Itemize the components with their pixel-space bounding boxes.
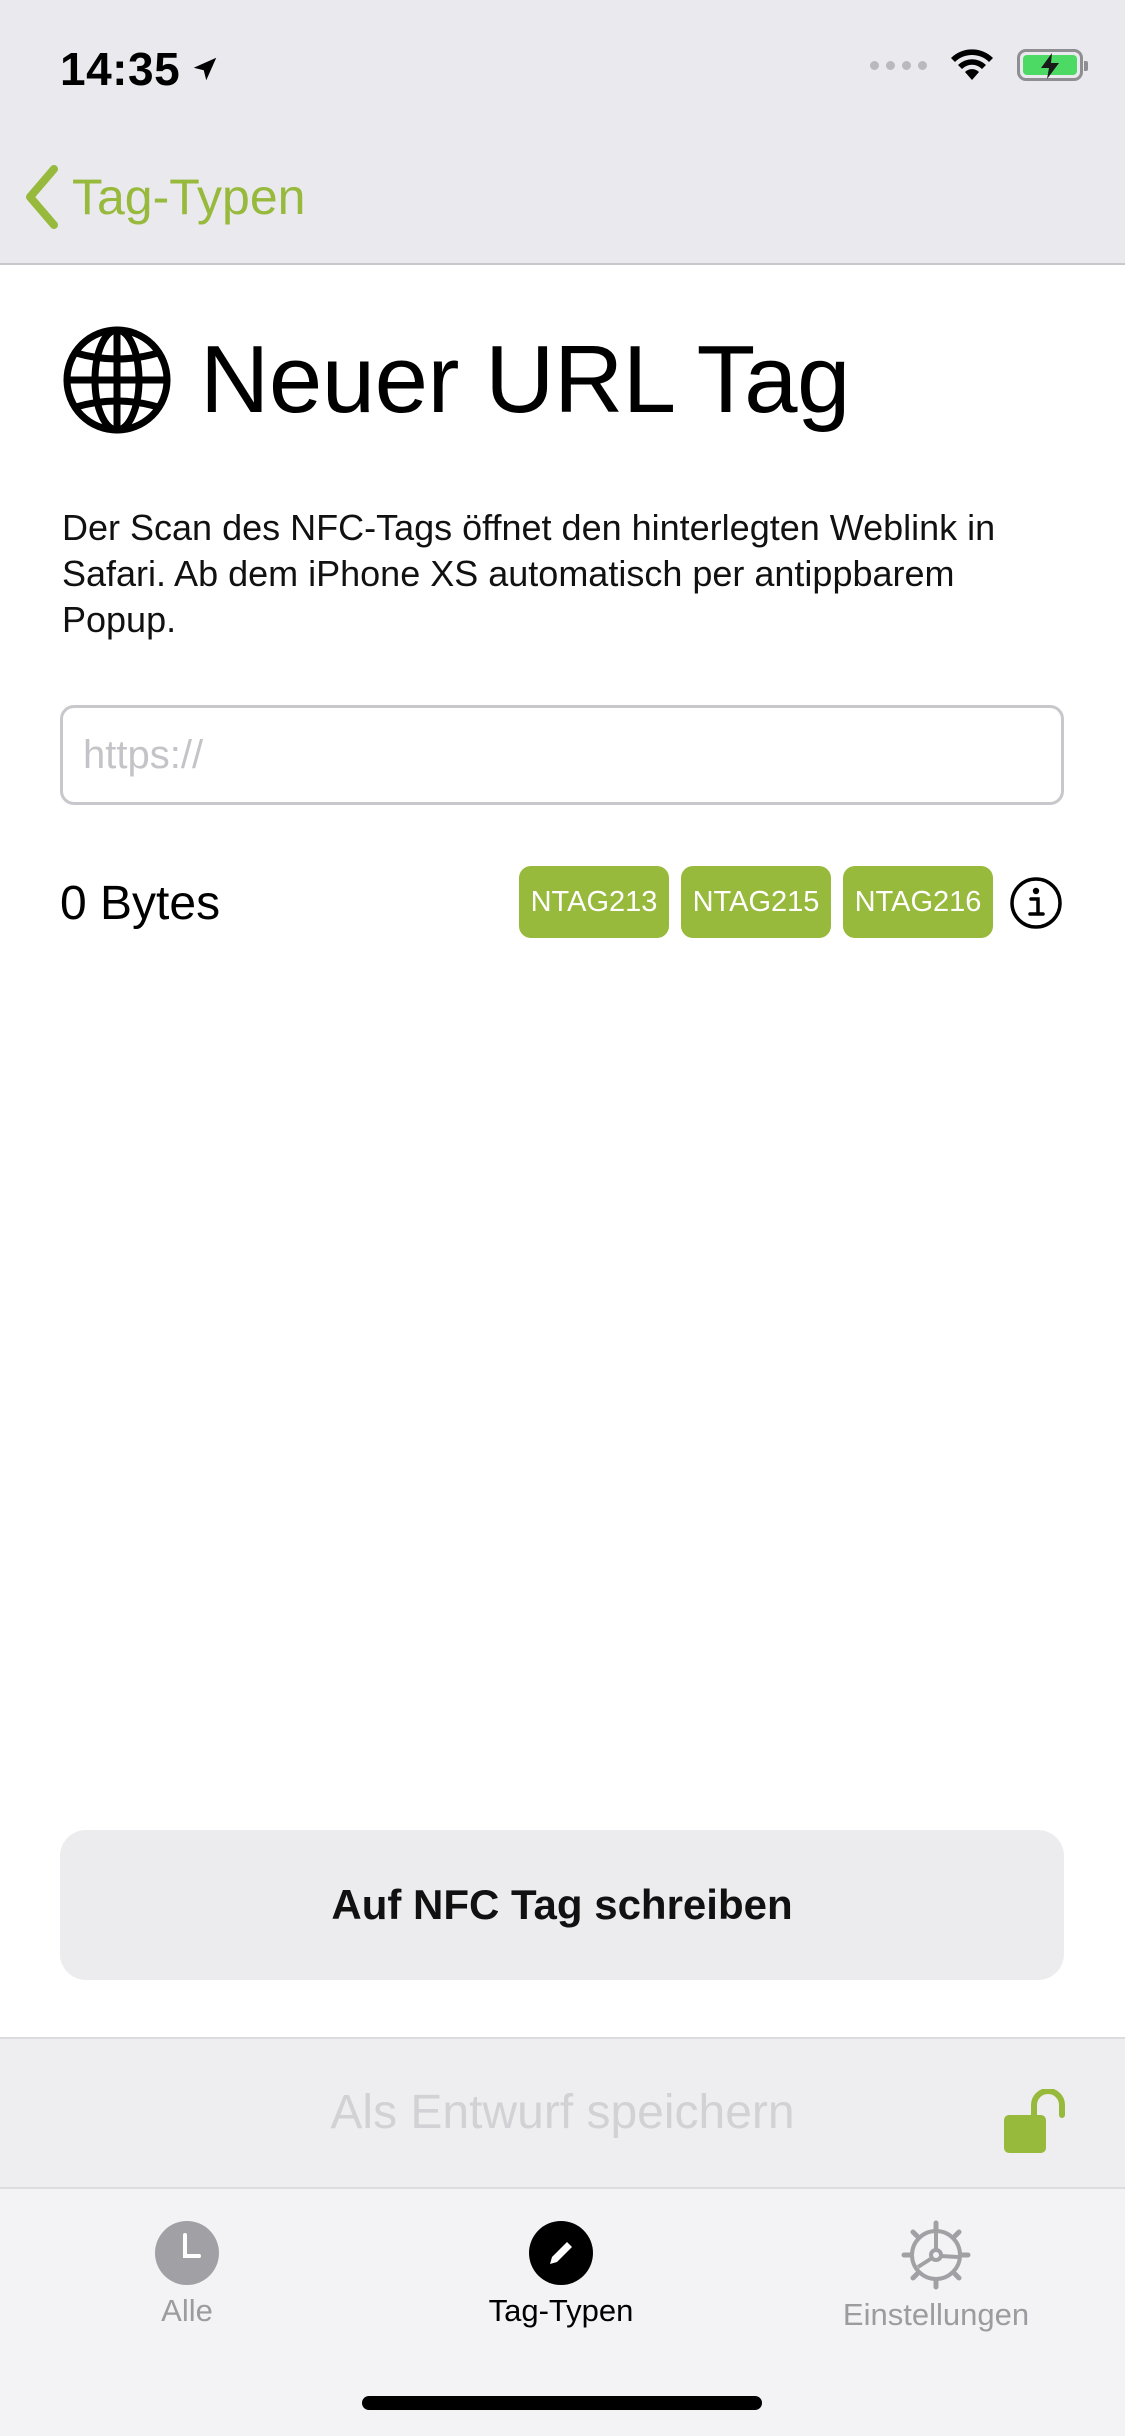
tab-alle-label: Alle: [161, 2293, 213, 2328]
chevron-left-icon: [26, 165, 58, 229]
info-icon[interactable]: [1009, 876, 1063, 930]
page-title: Neuer URL Tag: [200, 326, 850, 433]
chip-ntag216: NTAG216: [843, 866, 993, 938]
tab-alle[interactable]: Alle: [37, 2219, 337, 2329]
byte-count: 0 Bytes: [60, 877, 221, 930]
save-draft-bar: Als Entwurf speichern: [0, 2037, 1125, 2187]
chip-ntag215: NTAG215: [681, 866, 831, 938]
tab-tag-typen[interactable]: Tag-Typen: [411, 2219, 711, 2329]
wifi-icon: [951, 49, 993, 80]
write-nfc-tag-button[interactable]: Auf NFC Tag schreiben: [60, 1830, 1064, 1980]
tab-einstellungen[interactable]: Einstellungen: [786, 2219, 1086, 2333]
location-arrow-icon: [193, 57, 217, 81]
unlocked-padlock-icon[interactable]: [1002, 2089, 1074, 2155]
tab-tag-typen-label: Tag-Typen: [488, 2293, 634, 2328]
cellular-signal-icon: [870, 60, 927, 70]
pencil-icon: [529, 2221, 593, 2285]
status-time-text: 14:35: [60, 43, 181, 95]
save-draft-button[interactable]: Als Entwurf speichern: [0, 2085, 1125, 2140]
tab-einstellungen-label: Einstellungen: [842, 2297, 1030, 2332]
page-header: Neuer URL Tag: [62, 325, 850, 435]
description-text: Der Scan des NFC-Tags öffnet den hinterl…: [62, 507, 996, 640]
top-bar: 14:35 Tag-Typen: [0, 0, 1125, 265]
back-button-label[interactable]: Tag-Typen: [72, 168, 305, 226]
back-button[interactable]: Tag-Typen: [24, 165, 305, 229]
url-input[interactable]: [60, 705, 1064, 805]
battery-icon: [1017, 49, 1088, 81]
gear-icon: [901, 2220, 971, 2290]
home-indicator: [362, 2396, 762, 2410]
tag-type-chips: NTAG213 NTAG215 NTAG216: [519, 866, 993, 938]
chip-ntag213: NTAG213: [519, 866, 669, 938]
clock-icon: [155, 2221, 219, 2285]
globe-icon: [63, 326, 171, 434]
status-time: 14:35: [60, 42, 220, 96]
status-indicators: [870, 48, 1088, 82]
